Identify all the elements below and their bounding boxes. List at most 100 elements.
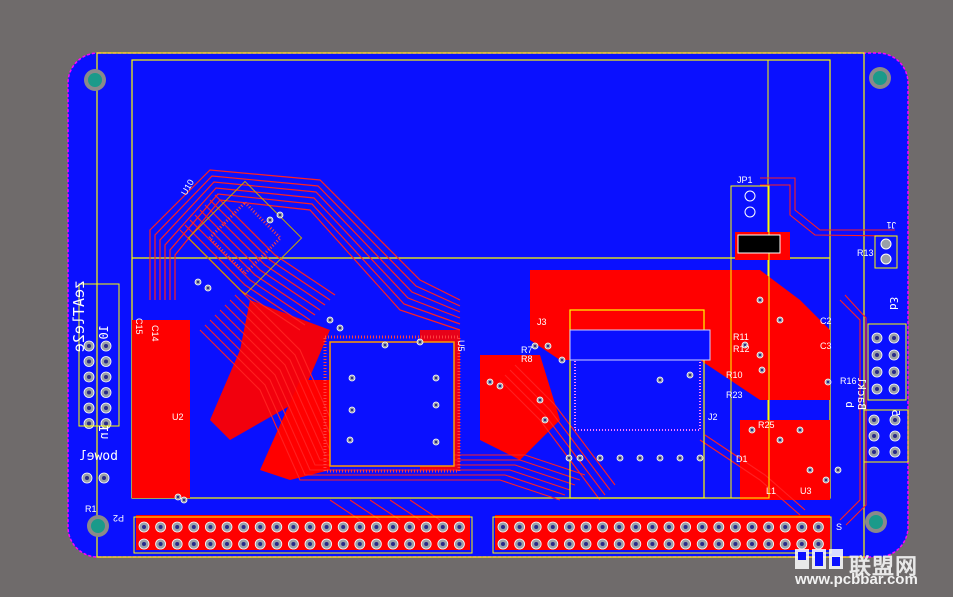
header-pad-hole [407,542,412,546]
left-conn-pad-hole [87,375,91,379]
via-hole [278,213,282,217]
header-pad-hole [158,542,163,546]
header-pad-hole [683,525,688,529]
via-hole [434,403,438,407]
via-hole [826,380,830,384]
backlight-pad-hole [872,450,876,454]
mirror-backlight: Backl [855,377,868,410]
j1-pad-2 [880,253,892,265]
header-pad-hole [633,525,638,529]
header-pad-hole [700,525,705,529]
left-conn-pad-hole [104,390,108,395]
header-pad-hole [274,525,279,529]
header-pad-hole [391,542,395,546]
label-r8: R8 [521,354,533,364]
header-pad-hole [650,542,655,546]
header-pad-hole [783,542,788,546]
label-r11: R11 [733,332,749,342]
mirror-5: 5 [889,409,902,416]
mirror-left-header: zeATle2e [70,280,88,352]
header-pad-hole [733,525,738,529]
header-pad-hole [633,542,638,546]
right-conn-pad-hole [892,370,896,374]
header-pad-hole [175,525,180,529]
via-hole [538,398,542,402]
header-pad-hole [291,525,296,529]
header-pad-hole [816,542,821,546]
via-hole [328,318,332,322]
label-j2: J2 [708,412,718,422]
via-hole [658,378,662,382]
label-r10: R10 [726,370,743,380]
header-pad-hole [357,525,362,529]
header-pad-hole [407,525,412,529]
via-hole [750,428,754,432]
via-hole [338,326,342,330]
backlight-pad-hole [872,434,876,438]
label-r1: R1 [85,504,97,514]
via-hole [618,456,622,460]
via-hole [798,428,802,432]
header-pad-hole [308,525,312,529]
left-conn-pad-hole [87,406,91,410]
header-pad-hole [274,542,279,546]
header-pad-hole [716,525,721,529]
header-pad-hole [341,542,346,546]
header-pad-hole [667,525,671,529]
header-pad-hole [816,525,821,529]
via-hole [678,456,682,460]
header-pad-hole [550,525,555,529]
header-pad-hole [191,525,196,529]
label-l1: L1 [766,486,776,496]
header-pad-hole [567,525,572,529]
left-conn-pad-hole [87,359,91,364]
label-c2: C2 [820,316,832,326]
label-c14: C14 [150,325,160,342]
label-r25: R25 [758,420,775,430]
header-pad-hole [208,542,213,546]
header-pad-hole [733,542,738,546]
via-hole [688,373,692,377]
backlight-pad-hole [893,450,897,454]
via-hole [638,456,642,460]
header-pad-hole [750,525,754,529]
header-pad-hole [600,542,605,546]
label-jp1: JP1 [737,175,753,185]
header-pad-hole [501,542,505,546]
via-hole [434,376,438,380]
header-pad-hole [391,525,395,529]
via-hole [182,498,186,502]
right-conn-pad-hole [875,370,879,374]
power-pad-hole [85,476,89,480]
header-pad-hole [258,542,263,546]
header-pad-hole [175,542,180,546]
via-hole [348,438,352,442]
header-pad-hole [517,542,522,546]
left-conn-pad-hole [104,359,108,364]
header-pad-hole [716,542,721,546]
via-hole [578,456,582,460]
via-hole [350,408,354,412]
right-conn-pad-hole [892,353,896,357]
header-pad-hole [374,542,379,546]
j1-pad-1 [880,238,892,250]
backlight-pad-hole [872,418,876,422]
label-d1: D1 [736,454,748,464]
via-hole [434,440,438,444]
header-pad-hole [258,525,263,529]
mirror-in: In [97,425,111,439]
via-hole [658,456,662,460]
via-hole [488,380,492,384]
pcb-layout-canvas: U10 U5 JP1 J1 J3 J2 R13 R7 R8 R10 R23 R1… [67,52,909,558]
backlight-pad-hole [893,434,897,438]
left-conn-pad-hole [104,344,108,348]
via-hole [206,286,210,290]
label-c15: C15 [134,318,144,335]
via-hole [543,418,547,422]
via-hole [383,343,387,347]
right-conn-pad-hole [875,336,879,340]
header-pad-hole [683,542,688,546]
header-pad-hole [424,542,429,546]
header-pad-hole [750,542,754,546]
via-hole [808,468,812,472]
